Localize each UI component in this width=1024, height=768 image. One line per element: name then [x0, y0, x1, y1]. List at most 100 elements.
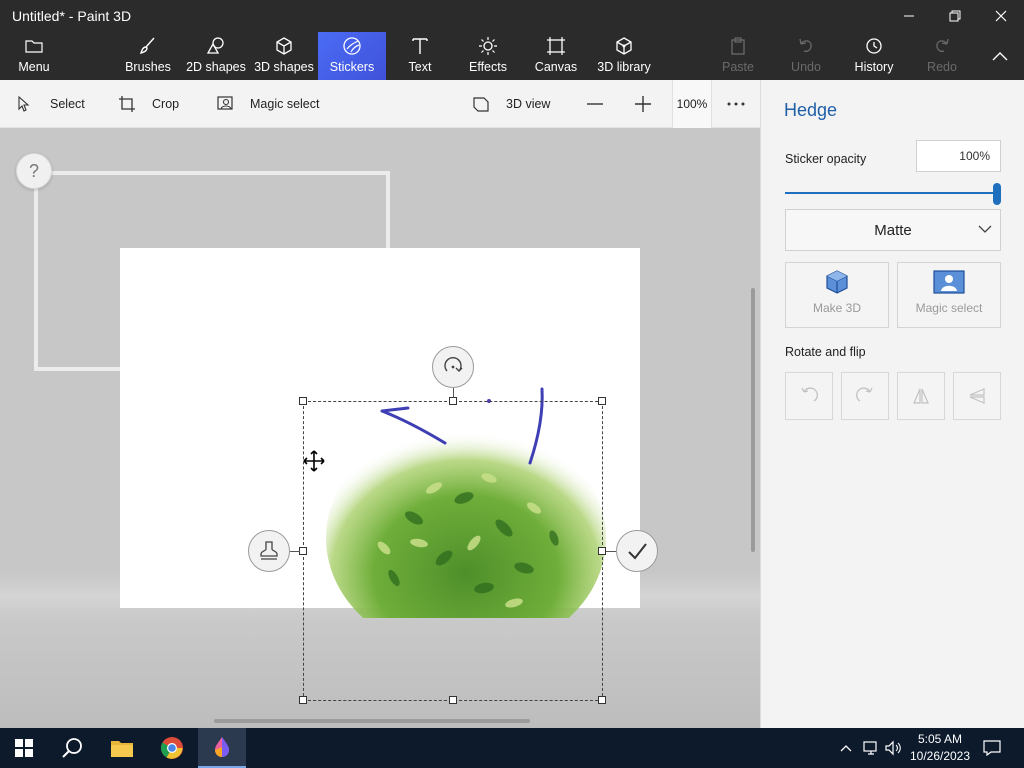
resize-handle-se[interactable]: [598, 696, 606, 704]
finish-dropdown[interactable]: Matte: [785, 209, 1001, 251]
commit-sticker-button[interactable]: [616, 530, 658, 572]
magic-select-panel-button[interactable]: Magic select: [897, 262, 1001, 328]
panel-title: Hedge: [784, 100, 838, 120]
window-title: Untitled* - Paint 3D: [12, 8, 132, 24]
resize-handle-e[interactable]: [598, 547, 606, 555]
sticker-icon: [341, 36, 363, 56]
tab-canvas[interactable]: Canvas: [530, 32, 582, 80]
history-label: History: [854, 60, 894, 74]
network-button[interactable]: [860, 728, 882, 768]
view-3d-label: 3D view: [506, 97, 551, 111]
select-button[interactable]: Select: [16, 80, 85, 128]
resize-handle-s[interactable]: [449, 696, 457, 704]
taskbar-clock[interactable]: 5:05 AM 10/26/2023: [906, 731, 974, 765]
text-icon: [409, 36, 431, 56]
collapse-ribbon-button[interactable]: [984, 32, 1016, 80]
sticker-opacity-input[interactable]: 100%: [916, 140, 1001, 172]
clock-date: 10/26/2023: [909, 749, 971, 763]
cube-icon: [273, 36, 295, 56]
stamp-button[interactable]: [248, 530, 290, 572]
flip-vertical-button[interactable]: [953, 372, 1001, 420]
chevron-down-icon: [978, 225, 992, 233]
sun-icon: [477, 36, 499, 56]
redo-button[interactable]: Redo: [920, 32, 964, 80]
tab-stickers[interactable]: Stickers: [318, 32, 386, 80]
undo-button[interactable]: Undo: [784, 32, 828, 80]
sub-toolbar: Select Crop Magic select 3D view: [0, 80, 760, 128]
tab-3d-library[interactable]: 3D library: [594, 32, 654, 80]
start-button[interactable]: [0, 728, 48, 768]
select-label: Select: [50, 97, 85, 111]
speaker-icon: [885, 740, 901, 756]
close-button[interactable]: [978, 0, 1024, 32]
paste-button[interactable]: Paste: [716, 32, 760, 80]
notifications-button[interactable]: [978, 728, 1006, 768]
crop-icon: [119, 96, 135, 112]
tab-effects-label: Effects: [469, 60, 507, 74]
commit-connector: [606, 551, 616, 552]
rotate-right-icon: [856, 387, 873, 402]
tab-3d-shapes-label: 3D shapes: [254, 60, 314, 74]
restore-icon: [949, 10, 961, 22]
opacity-slider-thumb[interactable]: [993, 183, 1001, 205]
zoom-in-button[interactable]: [634, 80, 662, 128]
taskbar-search-button[interactable]: [48, 728, 96, 768]
tab-2d-shapes[interactable]: 2D shapes: [186, 32, 246, 80]
make-3d-button[interactable]: Make 3D: [785, 262, 889, 328]
history-button[interactable]: History: [848, 32, 900, 80]
canvas-area[interactable]: ?: [0, 128, 760, 728]
resize-handle-n[interactable]: [449, 397, 457, 405]
tab-3d-shapes[interactable]: 3D shapes: [254, 32, 314, 80]
volume-button[interactable]: [882, 728, 904, 768]
resize-handle-nw[interactable]: [299, 397, 307, 405]
taskbar-paint3d[interactable]: [198, 728, 246, 768]
minimize-button[interactable]: [886, 0, 932, 32]
rotate-left-button[interactable]: [785, 372, 833, 420]
tab-brushes[interactable]: Brushes: [118, 32, 178, 80]
view-3d-icon: [473, 97, 489, 112]
selection-box[interactable]: [303, 401, 603, 701]
resize-handle-ne[interactable]: [598, 397, 606, 405]
show-hidden-icons-button[interactable]: [836, 728, 856, 768]
tab-effects[interactable]: Effects: [462, 32, 514, 80]
view-3d-button[interactable]: 3D view: [472, 80, 550, 128]
crop-button[interactable]: Crop: [118, 80, 179, 128]
magic-select-person-icon: [933, 270, 965, 294]
flip-horizontal-button[interactable]: [897, 372, 945, 420]
resize-handle-sw[interactable]: [299, 696, 307, 704]
make-3d-label: Make 3D: [812, 301, 862, 315]
rotate-handle[interactable]: [432, 346, 474, 388]
file-explorer-icon: [111, 741, 133, 757]
rotate-flip-label: Rotate and flip: [785, 345, 866, 359]
menu-label: Menu: [18, 60, 50, 74]
crop-label: Crop: [152, 97, 180, 111]
opacity-slider-track[interactable]: [785, 192, 997, 194]
minus-icon: [587, 103, 603, 105]
magic-select-icon: [217, 96, 233, 110]
stamp-icon: [260, 541, 278, 560]
zoom-level[interactable]: 100%: [672, 80, 712, 128]
magic-select-toolbar-button[interactable]: Magic select: [216, 80, 319, 128]
horizontal-scrollbar[interactable]: [214, 719, 530, 723]
more-options-button[interactable]: [726, 80, 756, 128]
resize-handle-w[interactable]: [299, 547, 307, 555]
tab-text-label: Text: [408, 60, 432, 74]
vertical-scrollbar[interactable]: [751, 288, 755, 552]
rotate-right-button[interactable]: [841, 372, 889, 420]
cursor-arrow-icon: [18, 96, 30, 112]
history-icon: [863, 36, 885, 56]
taskbar-file-explorer[interactable]: [98, 728, 146, 768]
zoom-out-button[interactable]: [586, 80, 614, 128]
help-button[interactable]: ?: [16, 153, 52, 189]
undo-icon: [795, 36, 817, 56]
finish-dropdown-value: Matte: [874, 221, 912, 239]
checkmark-icon: [628, 543, 647, 560]
tab-text[interactable]: Text: [396, 32, 444, 80]
menu-button[interactable]: Menu: [8, 32, 60, 80]
library-3d-icon: [613, 36, 635, 56]
taskbar-chrome[interactable]: [148, 728, 196, 768]
restore-button[interactable]: [932, 0, 978, 32]
sticker-opacity-label: Sticker opacity: [785, 152, 867, 166]
plus-icon: [635, 96, 651, 112]
folder-icon: [23, 36, 45, 56]
